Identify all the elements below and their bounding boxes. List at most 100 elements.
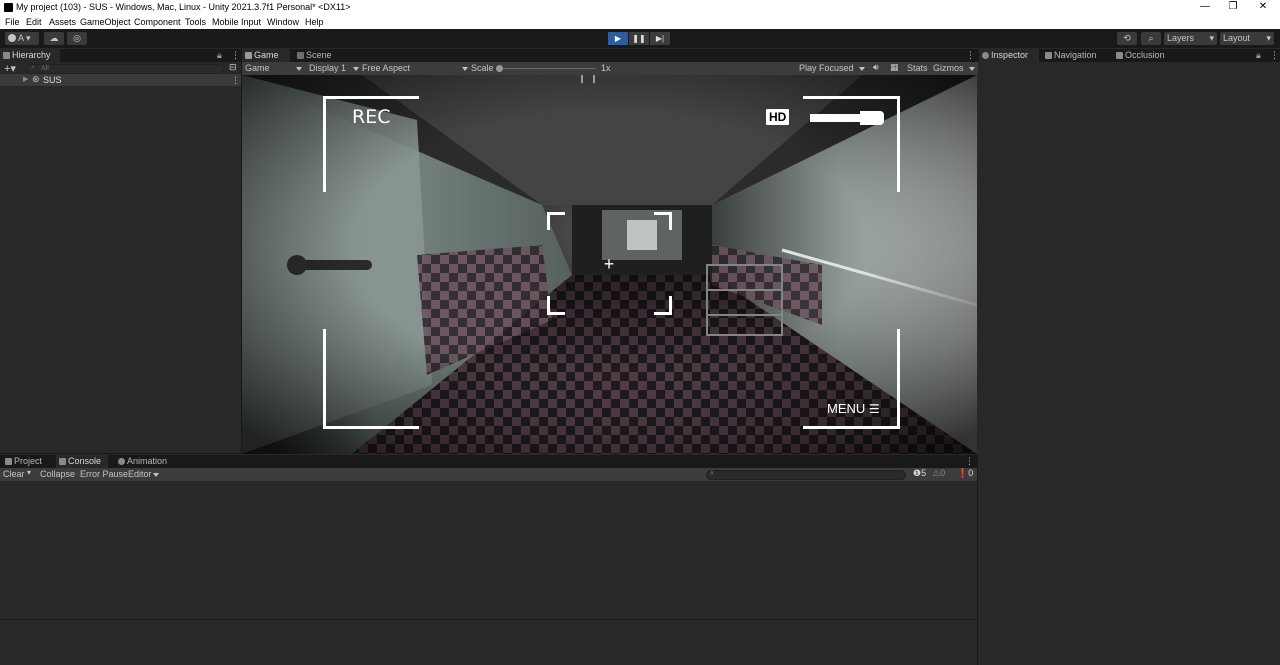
- tab-label: Console: [68, 456, 102, 466]
- layers-dropdown[interactable]: Layers ▾: [1164, 32, 1217, 45]
- tab-scene[interactable]: Scene: [294, 49, 338, 62]
- display-dropdown[interactable]: Display 1: [309, 63, 359, 73]
- undo-history-button[interactable]: ⟲: [1117, 32, 1137, 45]
- expand-arrow-icon[interactable]: ▶: [23, 75, 28, 83]
- tab-animation[interactable]: Animation: [115, 455, 171, 468]
- console-detail-divider[interactable]: [0, 619, 977, 620]
- search-button[interactable]: ⌕: [1141, 32, 1161, 45]
- lock-icon[interactable]: 🔒︎: [217, 50, 222, 61]
- console-search-input[interactable]: ⌕: [706, 470, 906, 480]
- tab-label: Navigation: [1054, 50, 1097, 60]
- warning-icon: ⚠: [932, 468, 941, 478]
- menu-mobile-input[interactable]: Mobile Input: [212, 17, 261, 27]
- hierarchy-row-scene[interactable]: ▶ ⊛ SUS ⋮: [0, 74, 241, 86]
- scale-value: 1x: [601, 63, 611, 73]
- cloud-button[interactable]: ☁: [44, 32, 64, 45]
- account-dropdown[interactable]: A ▾: [5, 32, 39, 45]
- history-icon: ⟲: [1123, 33, 1131, 43]
- menu-file[interactable]: File: [5, 17, 20, 27]
- restore-button[interactable]: ❐: [1226, 1, 1240, 13]
- scale-slider[interactable]: [496, 68, 596, 69]
- tab-project[interactable]: Project: [2, 455, 50, 468]
- tab-label: Project: [14, 456, 43, 466]
- tab-hierarchy[interactable]: Hierarchy: [0, 49, 60, 62]
- account-label: A: [18, 33, 24, 43]
- menu-window[interactable]: Window: [267, 17, 299, 27]
- focus-bracket-bottom-left: [547, 296, 565, 315]
- flashlight-battery-icon: [810, 111, 884, 125]
- step-button[interactable]: ▶|: [650, 32, 670, 45]
- tab-label: Hierarchy: [12, 50, 51, 60]
- bottom-tabstrip: Project Console Animation ⋮: [0, 455, 977, 468]
- pause-button[interactable]: ❚❚: [629, 32, 649, 45]
- error-pause-toggle[interactable]: Error Pause: [80, 469, 128, 479]
- chevron-down-icon[interactable]: ▾: [27, 468, 31, 477]
- search-icon: ⌕: [710, 470, 714, 477]
- lock-icon[interactable]: 🔒︎: [1256, 50, 1261, 61]
- game-render-view[interactable]: + REC HD MENU ☰: [242, 75, 977, 454]
- warning-toggle[interactable]: ⚠0: [932, 468, 945, 479]
- focus-bracket-top-right: [654, 212, 672, 230]
- more-options-icon[interactable]: ⋮: [1270, 50, 1279, 61]
- pause-icon: ❚❚: [632, 34, 646, 43]
- menu-edit[interactable]: Edit: [26, 17, 42, 27]
- more-options-icon[interactable]: ⋮: [231, 50, 240, 61]
- folder-icon: [5, 458, 12, 465]
- game-view-toolbar: Game Display 1 Free Aspect Scale 1x Play…: [242, 62, 978, 75]
- hierarchy-search-input[interactable]: ⌕ All: [26, 64, 224, 74]
- window-title-bar: My project (103) - SUS - Windows, Mac, L…: [0, 0, 1280, 15]
- tab-inspector[interactable]: Inspector: [979, 49, 1039, 62]
- log-count: 5: [921, 468, 927, 478]
- collapse-toggle[interactable]: Collapse: [40, 469, 75, 479]
- focus-bracket-bottom-right: [654, 296, 672, 315]
- menu-help[interactable]: Help: [305, 17, 324, 27]
- collab-button[interactable]: ◎: [67, 32, 87, 45]
- log-toggle[interactable]: ❶5: [913, 468, 926, 479]
- console-icon: [59, 458, 66, 465]
- stats-button[interactable]: Stats: [907, 63, 928, 73]
- main-toolbar: A ▾ ☁ ◎ ▶ ❚❚ ▶| ⟲ ⌕ Layers ▾ Layout ▾: [0, 29, 1280, 48]
- search-placeholder: All: [41, 65, 49, 72]
- chevron-down-icon: ▾: [1266, 33, 1271, 43]
- warning-count: 0: [940, 468, 946, 478]
- search-icon: ⌕: [1148, 33, 1154, 43]
- tab-label: Game: [254, 50, 279, 60]
- menu-gameobject[interactable]: GameObject: [80, 17, 131, 27]
- audio-icon[interactable]: 🔊︎: [873, 62, 879, 73]
- focus-bracket-top-left: [547, 212, 565, 230]
- tab-game[interactable]: Game: [242, 49, 290, 62]
- more-options-icon[interactable]: ⋮: [966, 50, 975, 61]
- tab-occlusion[interactable]: Occlusion: [1113, 49, 1173, 62]
- scene-visibility-icon[interactable]: ⊟: [229, 62, 237, 73]
- collab-icon: ◎: [73, 33, 81, 43]
- hd-badge: HD: [766, 109, 790, 125]
- scale-slider-handle[interactable]: [496, 65, 503, 72]
- menu-hud-button[interactable]: MENU ☰: [827, 401, 880, 416]
- more-options-icon[interactable]: ⋮: [965, 456, 974, 467]
- error-toggle[interactable]: ❗0: [957, 468, 973, 479]
- window-title: My project (103) - SUS - Windows, Mac, L…: [16, 2, 351, 12]
- layout-dropdown[interactable]: Layout ▾: [1220, 32, 1274, 45]
- aspect-dropdown[interactable]: Free Aspect: [362, 63, 468, 73]
- menu-tools[interactable]: Tools: [185, 17, 206, 27]
- close-button[interactable]: ✕: [1256, 1, 1270, 13]
- info-icon: [982, 52, 989, 59]
- menu-assets[interactable]: Assets: [49, 17, 76, 27]
- more-options-icon[interactable]: ⋮: [231, 75, 240, 86]
- unity-logo-icon: [4, 3, 13, 12]
- editor-dropdown[interactable]: Editor: [128, 469, 159, 479]
- tab-label: Scene: [306, 50, 332, 60]
- game-mode-dropdown[interactable]: Game: [245, 63, 302, 73]
- stats-grid-icon[interactable]: ▦: [890, 62, 899, 73]
- menu-hud-label: MENU: [827, 401, 866, 416]
- minimize-button[interactable]: —: [1198, 1, 1212, 13]
- menu-component[interactable]: Component: [134, 17, 181, 27]
- gizmos-dropdown[interactable]: Gizmos: [933, 63, 975, 73]
- clear-button[interactable]: Clear: [3, 469, 25, 479]
- info-log-icon: ❶: [913, 468, 922, 478]
- play-focused-dropdown[interactable]: Play Focused: [799, 63, 865, 73]
- tab-navigation[interactable]: Navigation: [1042, 49, 1106, 62]
- hierarchy-tabstrip: Hierarchy 🔒︎ ⋮: [0, 49, 241, 62]
- tab-console[interactable]: Console: [56, 455, 108, 468]
- play-button[interactable]: ▶: [608, 32, 628, 45]
